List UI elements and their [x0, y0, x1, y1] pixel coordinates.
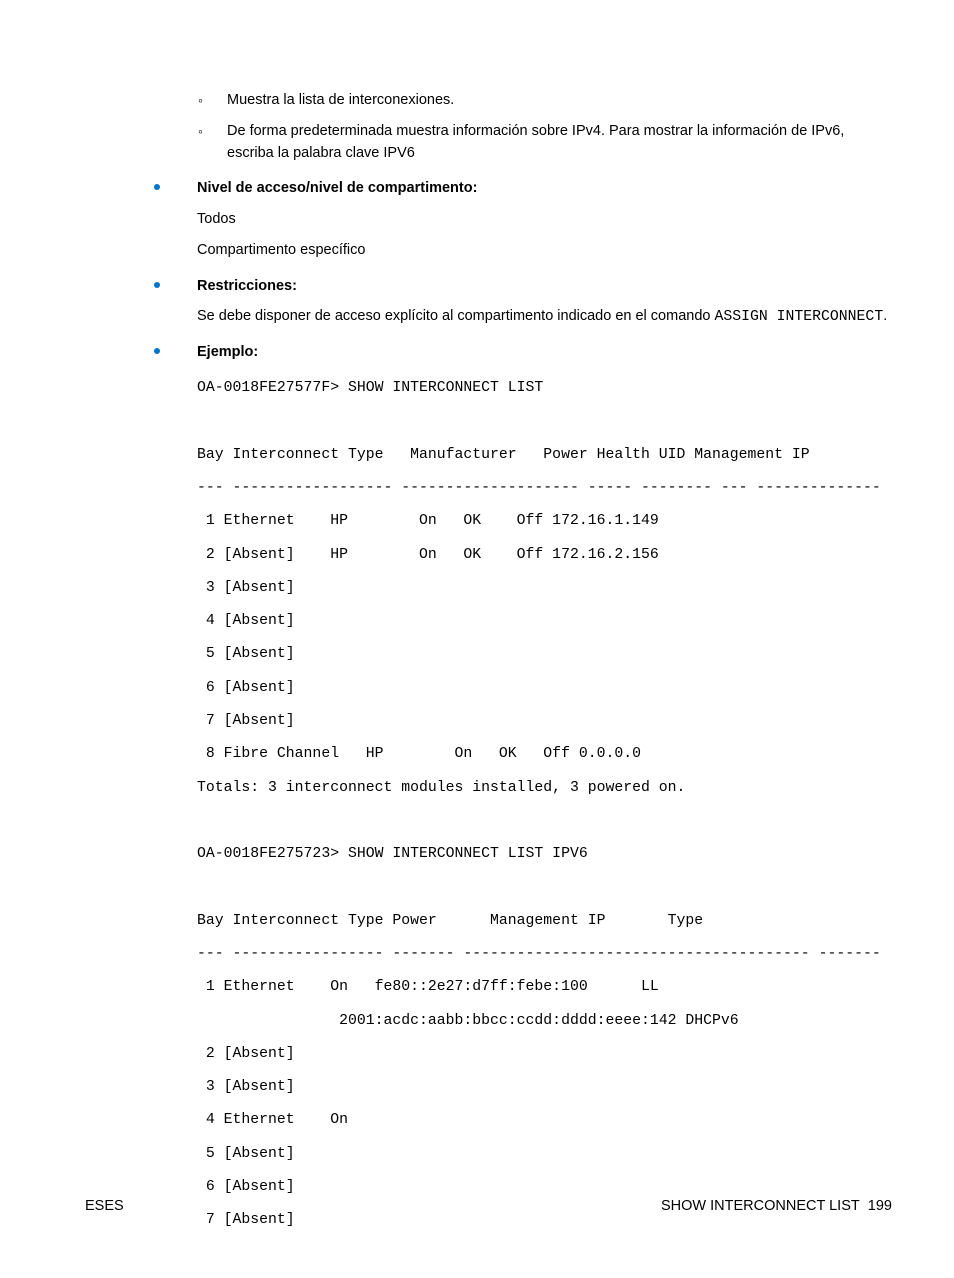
list-text: Muestra la lista de interconexiones. — [227, 92, 454, 108]
section-heading-restrictions: Restricciones: — [154, 276, 892, 298]
footer-label: SHOW INTERCONNECT LIST — [661, 1198, 860, 1214]
page-footer: ESES SHOW INTERCONNECT LIST 199 — [85, 1196, 892, 1218]
body-text: Todos — [197, 209, 892, 231]
footer-right: SHOW INTERCONNECT LIST 199 — [661, 1196, 892, 1218]
heading-text: Ejemplo: — [197, 344, 258, 360]
body-text: Se debe disponer de acceso explícito al … — [197, 306, 892, 328]
list-item: Muestra la lista de interconexiones. — [198, 90, 892, 112]
document-page: Muestra la lista de interconexiones. De … — [0, 0, 954, 1278]
heading-text: Restricciones: — [197, 278, 297, 294]
restrict-pre: Se debe disponer de acceso explícito al … — [197, 308, 714, 324]
footer-page: 199 — [868, 1198, 892, 1214]
heading-text: Nivel de acceso/nivel de compartimento: — [197, 180, 477, 196]
list-item: De forma predeterminada muestra informac… — [198, 121, 892, 165]
restrict-post: . — [883, 308, 887, 324]
body-text: Compartimento específico — [197, 240, 892, 262]
footer-left: ESES — [85, 1196, 124, 1218]
list-text: De forma predeterminada muestra informac… — [227, 123, 844, 161]
code-block: OA-0018FE27577F> SHOW INTERCONNECT LIST … — [197, 372, 892, 1237]
restrict-code: ASSIGN INTERCONNECT — [714, 309, 883, 325]
section-heading-access: Nivel de acceso/nivel de compartimento: — [154, 178, 892, 200]
section-heading-example: Ejemplo: — [154, 342, 892, 364]
